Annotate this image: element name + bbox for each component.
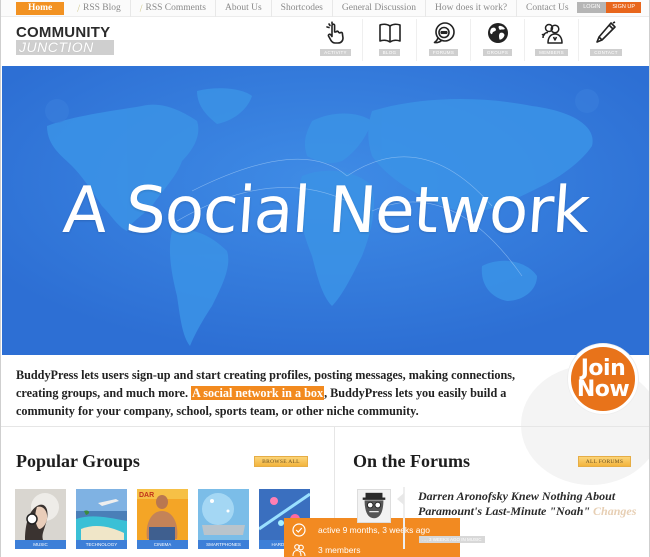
tooltip-members-row: 3 members xyxy=(292,543,361,557)
hero-banner: A Social Network xyxy=(2,66,649,355)
nav-label: Home xyxy=(28,2,53,13)
logo-line-1: COMMUNITY xyxy=(16,24,111,41)
group-label: Smartphones xyxy=(198,540,249,549)
group-label: Cinema xyxy=(137,540,188,549)
book-icon xyxy=(378,23,401,43)
site-header: COMMUNITY JUNCTION Activity Blog Forums … xyxy=(1,17,649,63)
header-forums-button[interactable]: Forums xyxy=(417,19,471,61)
header-groups-button[interactable]: Groups xyxy=(471,19,525,61)
group-card-technology[interactable]: Technology xyxy=(76,489,127,549)
intro-highlight: A social network in a box xyxy=(191,386,325,400)
nav-label: How does it work? xyxy=(435,2,508,13)
section-divider xyxy=(1,426,649,427)
group-thumbnail xyxy=(15,489,66,540)
speech-bubble-tip xyxy=(397,493,404,505)
header-icon-label: Blog xyxy=(378,49,401,56)
forum-post-title-text: Darren Aronofsky Knew Nothing About Para… xyxy=(418,489,616,518)
nav-how-does-it-work[interactable]: How does it work? xyxy=(426,0,518,17)
group-label: Music xyxy=(15,540,66,549)
hero-title: A Social Network xyxy=(60,174,592,248)
header-icon-label: Forums xyxy=(428,49,459,56)
all-forums-button[interactable]: All Forums xyxy=(578,456,631,467)
pointer-hand-icon xyxy=(325,21,344,44)
nav-about-us[interactable]: About Us xyxy=(216,0,272,17)
group-thumbnail xyxy=(198,489,249,540)
group-card-music[interactable]: Music xyxy=(15,489,66,549)
header-icon-label: Members xyxy=(535,49,568,56)
forum-post-title-faded: Changes xyxy=(590,504,637,518)
nav-label: RSS Blog xyxy=(83,2,121,13)
group-thumbnail: DAR xyxy=(137,489,188,540)
members-icon xyxy=(292,544,306,557)
browse-all-button[interactable]: Browse All xyxy=(254,456,308,467)
forum-post-meta: …, 3 weeks ago in Music xyxy=(419,536,485,543)
auth-buttons: Login Sign Up xyxy=(577,2,641,13)
top-navigation: Home ⧸ RSS Blog ⧸ RSS Comments About Us Sh… xyxy=(1,0,649,17)
nav-general-discussion[interactable]: General Discussion xyxy=(333,0,427,17)
login-button[interactable]: Login xyxy=(577,2,607,13)
rss-icon: ⧸ xyxy=(77,3,81,13)
tooltip-members-text: 3 members xyxy=(318,545,361,555)
join-label-line-1: Join xyxy=(580,356,626,381)
svg-text:DAR: DAR xyxy=(139,492,154,499)
forums-title: On the Forums xyxy=(353,451,470,471)
forum-post-title[interactable]: Darren Aronofsky Knew Nothing About Para… xyxy=(418,489,643,519)
nav-label: About Us xyxy=(224,2,262,13)
avatar-illustration xyxy=(358,490,390,522)
group-thumbnail xyxy=(76,489,127,540)
site-logo[interactable]: COMMUNITY JUNCTION xyxy=(16,25,114,55)
popular-groups-title: Popular Groups xyxy=(16,451,140,471)
join-now-button[interactable]: Join Now xyxy=(568,344,638,414)
signup-button[interactable]: Sign Up xyxy=(606,2,641,13)
globe-icon xyxy=(487,23,508,43)
group-label: Technology xyxy=(76,540,127,549)
header-icon-label: Groups xyxy=(482,49,513,56)
nav-label: Shortcodes xyxy=(280,2,323,13)
forum-post-avatar[interactable] xyxy=(357,489,391,523)
nav-label: RSS Comments xyxy=(145,2,206,13)
header-icon-nav: Activity Blog Forums Groups Members Cont… xyxy=(309,19,633,61)
header-icon-label: Contact xyxy=(590,49,622,56)
header-blog-button[interactable]: Blog xyxy=(363,19,417,61)
forum-post: Darren Aronofsky Knew Nothing About Para… xyxy=(397,487,638,549)
nav-rss-comments[interactable]: ⧸ RSS Comments xyxy=(131,0,216,17)
groups-list: Music Technology DAR Cinema Smartphones … xyxy=(15,489,320,549)
page: Home ⧸ RSS Blog ⧸ RSS Comments About Us Sh… xyxy=(0,0,650,557)
nav-label: Contact Us xyxy=(526,2,569,13)
nav-home[interactable]: Home xyxy=(16,1,65,15)
header-members-button[interactable]: Members xyxy=(525,19,579,61)
header-contact-button[interactable]: Contact xyxy=(579,19,633,61)
nav-rss-blog[interactable]: ⧸ RSS Blog xyxy=(68,0,131,17)
rss-icon: ⧸ xyxy=(139,3,143,13)
header-activity-button[interactable]: Activity xyxy=(309,19,363,61)
chat-bubble-icon xyxy=(433,22,455,44)
pen-icon xyxy=(596,21,616,43)
intro-text: BuddyPress lets users sign-up and start … xyxy=(16,366,556,420)
group-card-smartphones[interactable]: Smartphones xyxy=(198,489,249,549)
clock-check-icon xyxy=(292,523,306,537)
join-label-line-2: Now xyxy=(576,377,630,402)
nav-shortcodes[interactable]: Shortcodes xyxy=(272,0,333,17)
header-icon-label: Activity xyxy=(320,49,351,56)
logo-line-2: JUNCTION xyxy=(16,40,114,55)
nav-label: General Discussion xyxy=(341,2,417,13)
nav-contact-us[interactable]: Contact Us xyxy=(517,0,577,17)
group-card-cinema[interactable]: DAR Cinema xyxy=(137,489,188,549)
members-icon xyxy=(540,23,563,44)
